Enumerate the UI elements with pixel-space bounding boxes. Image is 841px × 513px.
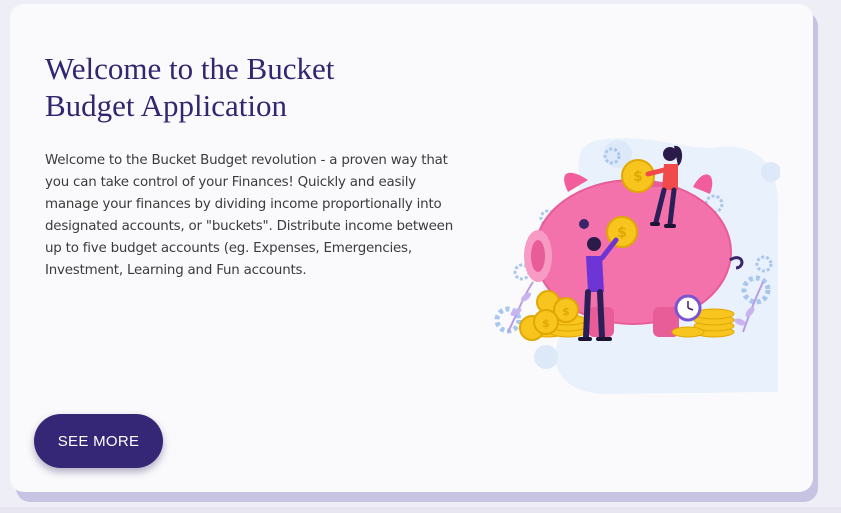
- page-title: Welcome to the Bucket Budget Application: [45, 51, 335, 123]
- see-more-button[interactable]: SEE MORE: [34, 414, 163, 468]
- intro-paragraph: Welcome to the Bucket Budget revolution …: [45, 153, 454, 278]
- piggy-bank-with-coins-illustration: $ $ $ $: [494, 138, 780, 394]
- page-bottom-divider: [0, 507, 841, 513]
- svg-text:$: $: [633, 169, 643, 185]
- svg-text:$: $: [542, 317, 550, 330]
- svg-text:$: $: [617, 225, 627, 241]
- svg-text:$: $: [562, 305, 570, 318]
